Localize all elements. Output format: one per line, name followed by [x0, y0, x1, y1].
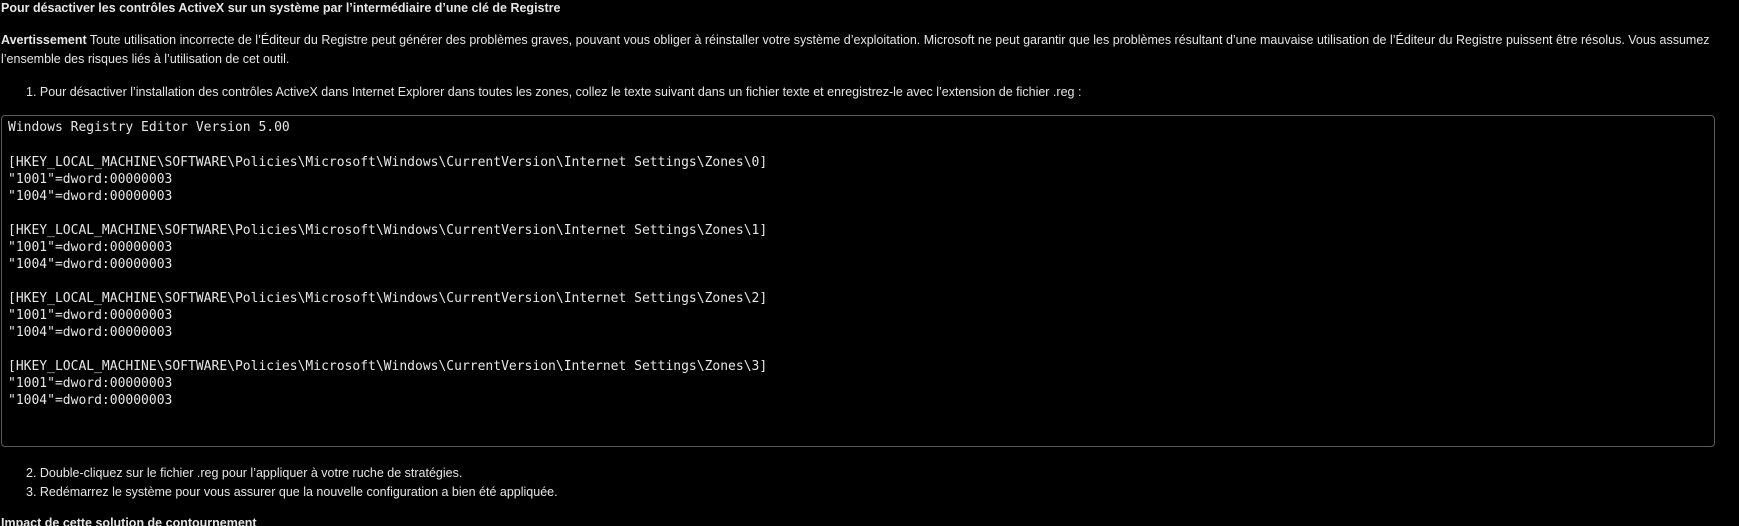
- registry-code-block[interactable]: Windows Registry Editor Version 5.00 [HK…: [1, 115, 1715, 447]
- warning-label: Avertissement: [1, 33, 87, 47]
- code-line: "1004"=dword:00000003: [8, 257, 173, 272]
- code-line: [HKEY_LOCAL_MACHINE\SOFTWARE\Policies\Mi…: [8, 155, 768, 170]
- code-line: Windows Registry Editor Version 5.00: [8, 120, 290, 135]
- impact-heading: Impact de cette solution de contournemen…: [1, 516, 257, 526]
- section-heading: Pour désactiver les contrôles ActiveX su…: [1, 1, 561, 15]
- code-line: "1004"=dword:00000003: [8, 325, 173, 340]
- code-line: [HKEY_LOCAL_MACHINE\SOFTWARE\Policies\Mi…: [8, 359, 768, 374]
- code-line: "1004"=dword:00000003: [8, 189, 173, 204]
- code-line: "1004"=dword:00000003: [8, 393, 173, 408]
- step-1: 1. Pour désactiver l’installation des co…: [26, 85, 1082, 99]
- code-line: [HKEY_LOCAL_MACHINE\SOFTWARE\Policies\Mi…: [8, 223, 768, 238]
- code-line: "1001"=dword:00000003: [8, 308, 173, 323]
- code-line: [HKEY_LOCAL_MACHINE\SOFTWARE\Policies\Mi…: [8, 291, 768, 306]
- step-3: 3. Redémarrez le système pour vous assur…: [26, 485, 558, 499]
- code-line: "1001"=dword:00000003: [8, 172, 173, 187]
- code-line: "1001"=dword:00000003: [8, 376, 173, 391]
- code-line: "1001"=dword:00000003: [8, 240, 173, 255]
- warning-text: Toute utilisation incorrecte de l’Éditeu…: [1, 33, 1710, 66]
- step-2: 2. Double-cliquez sur le fichier .reg po…: [26, 466, 463, 480]
- warning-paragraph: Avertissement Toute utilisation incorrec…: [1, 31, 1721, 69]
